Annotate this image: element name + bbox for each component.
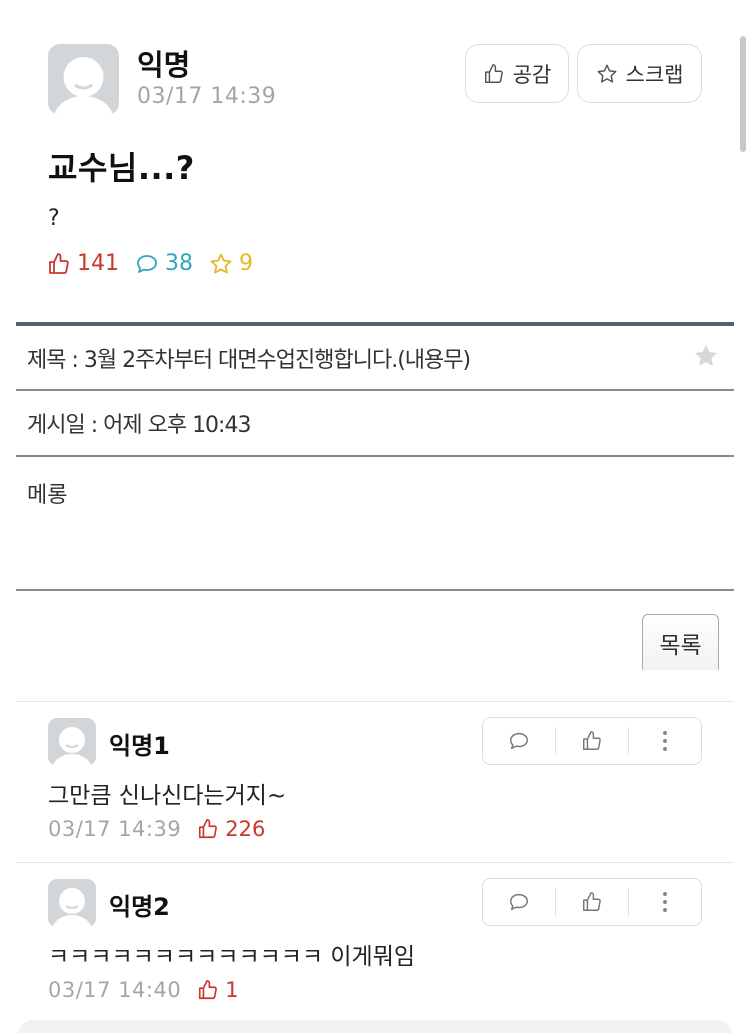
comment-like-button[interactable]	[556, 879, 628, 925]
scrap-button-label: 스크랩	[625, 62, 684, 87]
notification-icon[interactable]	[598, 0, 620, 6]
scrap-count-value: 9	[239, 251, 253, 276]
post-timestamp: 03/17 14:39	[137, 84, 277, 109]
comment-meta: 03/17 14:39 226	[48, 817, 265, 841]
speech-bubble-icon	[510, 893, 528, 911]
more-options-button[interactable]	[629, 879, 701, 925]
star-icon	[694, 344, 718, 367]
comment-divider	[16, 862, 734, 863]
thumbs-up-icon	[484, 63, 503, 83]
thumbs-up-icon	[583, 892, 601, 911]
scrap-count: 9	[209, 251, 253, 276]
comment-actions	[482, 717, 702, 765]
comment-like-count: 1	[197, 978, 239, 1002]
notice-divider	[16, 589, 734, 591]
more-vertical-icon	[663, 731, 667, 751]
comment-avatar	[48, 718, 96, 766]
comment-author: 익명2	[109, 893, 170, 921]
comment-like-value: 226	[225, 817, 266, 841]
scrollbar[interactable]	[740, 36, 746, 152]
star-icon	[597, 64, 616, 83]
comment-like-button[interactable]	[556, 718, 628, 764]
comment-author: 익명1	[109, 732, 170, 760]
like-count-value: 141	[77, 251, 119, 276]
notice-posted-date: 게시일 : 어제 오후 10:43	[27, 413, 251, 438]
post-author: 익명	[137, 48, 191, 82]
comment-actions	[482, 878, 702, 926]
like-button[interactable]: 공감	[465, 44, 569, 103]
comment-meta: 03/17 14:40 1	[48, 978, 239, 1002]
comment-count: 38	[135, 251, 193, 276]
post-body: ?	[48, 206, 60, 231]
comment-timestamp: 03/17 14:40	[48, 978, 182, 1002]
post-stats: 141 38 9	[47, 251, 269, 276]
reply-button[interactable]	[483, 718, 555, 764]
list-button: 목록	[642, 614, 719, 670]
comment-text: ㅋㅋㅋㅋㅋㅋㅋㅋㅋㅋㅋㅋㅋ 이게뭐임	[48, 944, 416, 970]
star-icon	[210, 253, 232, 273]
thumbs-up-icon	[583, 731, 601, 750]
comment-avatar	[48, 879, 96, 927]
comment-timestamp: 03/17 14:39	[48, 817, 182, 841]
comment-like-count: 226	[197, 817, 265, 841]
author-avatar	[48, 44, 119, 115]
like-button-label: 공감	[512, 62, 552, 87]
notice-divider	[16, 389, 734, 391]
thumbs-up-icon	[49, 252, 69, 274]
comment-input-bar[interactable]	[18, 1020, 732, 1033]
more-vertical-icon	[663, 892, 667, 912]
comment-text: 그만큼 신나신다는거지~	[48, 783, 287, 809]
thumbs-up-icon	[199, 819, 218, 839]
thumbs-up-icon	[199, 980, 218, 1000]
post-title: 교수님...?	[48, 149, 195, 187]
more-options-button[interactable]	[629, 718, 701, 764]
speech-bubble-icon	[137, 254, 157, 273]
notice-divider	[16, 455, 734, 457]
speech-bubble-icon	[510, 732, 528, 750]
scrap-button[interactable]: 스크랩	[577, 44, 702, 103]
notice-subject: 제목 : 3월 2주차부터 대면수업진행합니다.(내용무)	[27, 348, 471, 373]
like-count: 141	[47, 251, 119, 276]
section-divider	[16, 701, 734, 702]
notice-top-border	[16, 322, 734, 326]
back-arrow-icon[interactable]	[20, 0, 36, 4]
comment-count-value: 38	[165, 251, 193, 276]
comment-like-value: 1	[225, 978, 239, 1002]
notice-image: 제목 : 3월 2주차부터 대면수업진행합니다.(내용무) 게시일 : 어제 오…	[16, 322, 734, 592]
reply-button[interactable]	[483, 879, 555, 925]
notice-content: 메롱	[27, 483, 68, 508]
